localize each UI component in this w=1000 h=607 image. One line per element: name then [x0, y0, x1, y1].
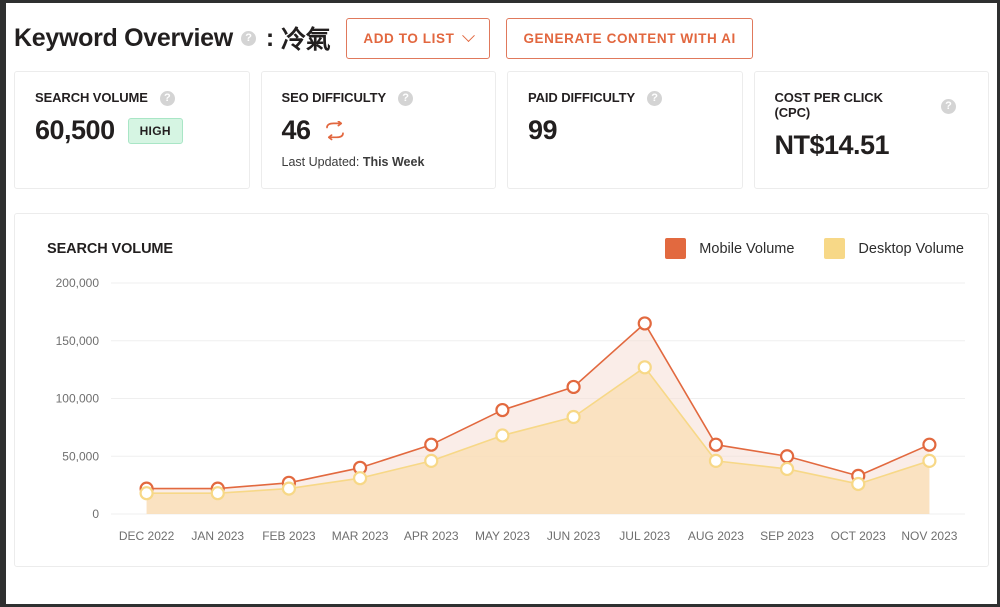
status-badge: HIGH	[128, 118, 183, 144]
card-cost-per-click: COST PER CLICK (CPC) ? NT$14.51	[754, 71, 990, 189]
search-volume-line-chart[interactable]: 0 50,000 100,000 150,000 200,000 DEC 2022 JAN …	[33, 271, 977, 556]
data-point[interactable]	[710, 439, 722, 451]
card-value-text: 99	[528, 115, 557, 146]
data-point[interactable]	[496, 404, 508, 416]
x-axis-tick-label: NOV 2023	[901, 529, 957, 543]
y-axis-tick-label: 50,000	[62, 449, 99, 463]
help-icon[interactable]: ?	[941, 99, 956, 114]
x-axis-tick-label: JUL 2023	[619, 529, 670, 543]
card-value-text: 46	[282, 115, 311, 146]
card-paid-difficulty: PAID DIFFICULTY ? 99	[507, 71, 743, 189]
legend-swatch-mobile	[665, 238, 686, 259]
data-point[interactable]	[781, 450, 793, 462]
chevron-down-icon	[463, 29, 476, 42]
data-point[interactable]	[283, 483, 295, 495]
y-axis-tick-label: 100,000	[56, 392, 100, 406]
y-axis-tick-label: 200,000	[56, 276, 100, 290]
data-point[interactable]	[568, 381, 580, 393]
chart-header: SEARCH VOLUME Mobile Volume Desktop Volu…	[33, 234, 970, 259]
data-point[interactable]	[923, 439, 935, 451]
card-label-text: SEARCH VOLUME	[35, 90, 148, 105]
data-point[interactable]	[212, 487, 224, 499]
card-value-row: 99	[528, 115, 722, 146]
help-icon[interactable]: ?	[398, 91, 413, 106]
data-point[interactable]	[781, 463, 793, 475]
keyword-text: 冷氣	[281, 20, 330, 56]
page-title: Keyword Overview ? : 冷氣	[14, 20, 330, 56]
data-point[interactable]	[425, 439, 437, 451]
card-value-text: 60,500	[35, 115, 115, 146]
generate-content-button[interactable]: GENERATE CONTENT WITH AI	[506, 18, 752, 59]
card-value-row: 46	[282, 115, 476, 146]
area-desktop	[147, 367, 930, 514]
legend-item-mobile[interactable]: Mobile Volume	[665, 238, 794, 259]
chart-title: SEARCH VOLUME	[47, 241, 173, 257]
x-axis-tick-label: MAR 2023	[332, 529, 389, 543]
chart-legend: Mobile Volume Desktop Volume	[665, 238, 964, 259]
data-point[interactable]	[923, 455, 935, 467]
data-point[interactable]	[852, 478, 864, 490]
title-colon: :	[266, 24, 274, 53]
card-label: SEO DIFFICULTY ?	[282, 90, 476, 106]
card-value-row: NT$14.51	[775, 130, 969, 161]
page-header: Keyword Overview ? : 冷氣 ADD TO LIST GENE…	[6, 3, 997, 71]
metric-cards: SEARCH VOLUME ? 60,500 HIGH SEO DIFFICUL…	[6, 71, 997, 189]
data-point[interactable]	[354, 472, 366, 484]
x-axis-tick-label: SEP 2023	[760, 529, 814, 543]
y-axis-tick-label: 150,000	[56, 334, 100, 348]
page-title-text: Keyword Overview	[14, 24, 233, 53]
help-icon[interactable]: ?	[241, 31, 256, 46]
legend-label-desktop: Desktop Volume	[858, 241, 964, 257]
legend-swatch-desktop	[824, 238, 845, 259]
card-subtext-value: This Week	[363, 155, 425, 169]
data-point[interactable]	[639, 317, 651, 329]
x-axis-tick-label: DEC 2022	[119, 529, 175, 543]
card-label: COST PER CLICK (CPC)	[775, 90, 969, 121]
keyword-overview-page: Keyword Overview ? : 冷氣 ADD TO LIST GENE…	[0, 0, 1000, 607]
card-label-text: PAID DIFFICULTY	[528, 90, 635, 105]
generate-content-label: GENERATE CONTENT WITH AI	[523, 31, 735, 46]
data-point[interactable]	[710, 455, 722, 467]
chart-plot-area: 0 50,000 100,000 150,000 200,000 DEC 2022 JAN …	[33, 271, 970, 556]
x-axis-tick-label: MAY 2023	[475, 529, 530, 543]
legend-item-desktop[interactable]: Desktop Volume	[824, 238, 964, 259]
help-icon[interactable]: ?	[160, 91, 175, 106]
card-value-row: 60,500 HIGH	[35, 115, 229, 146]
card-subtext-prefix: Last Updated:	[282, 155, 363, 169]
data-point[interactable]	[496, 429, 508, 441]
card-seo-difficulty: SEO DIFFICULTY ? 46 Last Updated: This W…	[261, 71, 497, 189]
card-label: PAID DIFFICULTY ?	[528, 90, 722, 106]
card-search-volume: SEARCH VOLUME ? 60,500 HIGH	[14, 71, 250, 189]
legend-label-mobile: Mobile Volume	[699, 241, 794, 257]
add-to-list-label: ADD TO LIST	[363, 31, 454, 46]
add-to-list-button[interactable]: ADD TO LIST	[346, 18, 490, 59]
y-axis-tick-label: 0	[92, 507, 99, 521]
card-label-text: COST PER CLICK (CPC)	[775, 90, 905, 121]
card-label: SEARCH VOLUME ?	[35, 90, 229, 106]
help-icon[interactable]: ?	[647, 91, 662, 106]
x-axis-tick-label: JAN 2023	[191, 529, 244, 543]
refresh-icon[interactable]	[324, 121, 346, 141]
data-point[interactable]	[425, 455, 437, 467]
card-label-text: SEO DIFFICULTY	[282, 90, 387, 105]
x-axis-tick-label: AUG 2023	[688, 529, 744, 543]
x-axis-tick-label: OCT 2023	[831, 529, 886, 543]
search-volume-chart-panel: SEARCH VOLUME Mobile Volume Desktop Volu…	[14, 213, 989, 567]
card-subtext: Last Updated: This Week	[282, 155, 476, 169]
data-point[interactable]	[568, 411, 580, 423]
data-point[interactable]	[141, 487, 153, 499]
data-point[interactable]	[639, 361, 651, 373]
card-value-text: NT$14.51	[775, 130, 890, 161]
x-axis-tick-label: FEB 2023	[262, 529, 316, 543]
x-axis-tick-label: JUN 2023	[547, 529, 601, 543]
x-axis-tick-label: APR 2023	[404, 529, 459, 543]
